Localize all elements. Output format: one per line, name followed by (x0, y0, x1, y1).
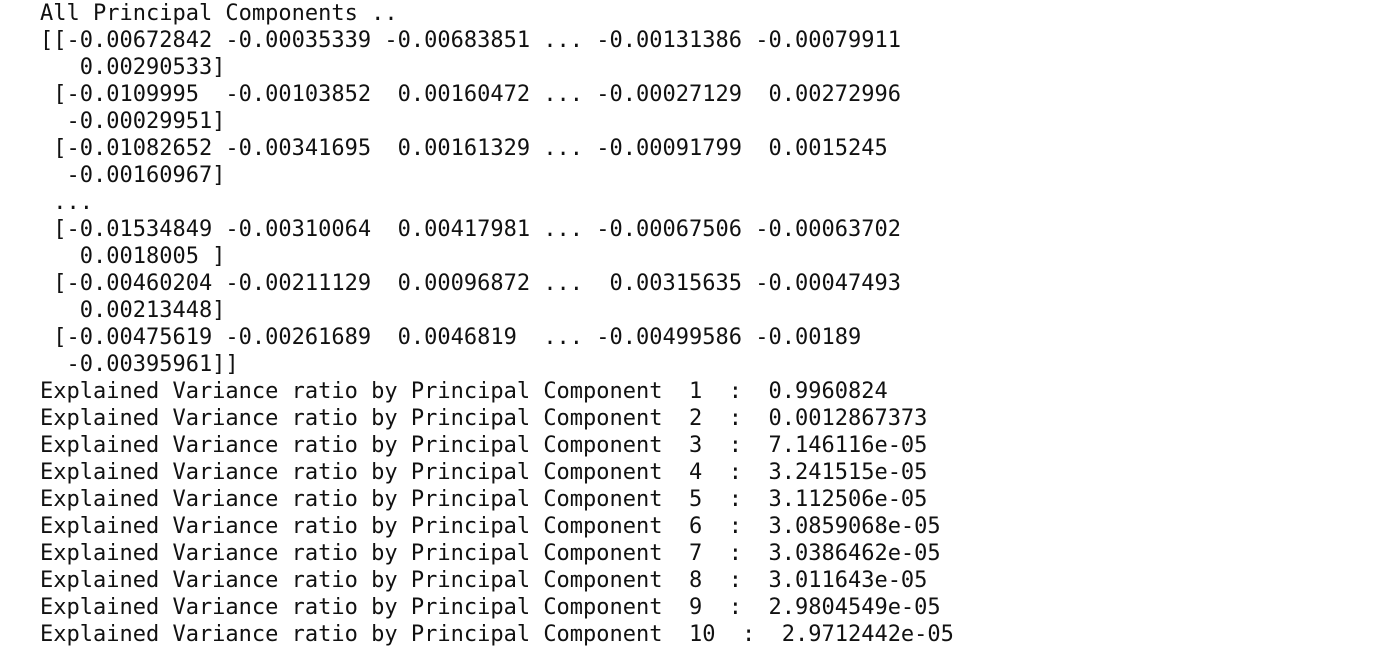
variance-ratio-line: Explained Variance ratio by Principal Co… (40, 406, 928, 431)
variance-ratio-line: Explained Variance ratio by Principal Co… (40, 487, 928, 512)
variance-ratio-line: Explained Variance ratio by Principal Co… (40, 568, 928, 593)
variance-ratio-line: Explained Variance ratio by Principal Co… (40, 460, 928, 485)
matrix-ellipsis-line: ... (40, 190, 93, 215)
variance-ratio-line: Explained Variance ratio by Principal Co… (40, 379, 888, 404)
variance-ratio-line: Explained Variance ratio by Principal Co… (40, 433, 928, 458)
matrix-row-line: 0.0018005 ] (40, 244, 226, 269)
matrix-row-line: [[-0.00672842 -0.00035339 -0.00683851 ..… (40, 28, 901, 53)
matrix-row-line: -0.00160967] (40, 163, 226, 188)
matrix-row-line: [-0.0109995 -0.00103852 0.00160472 ... -… (40, 82, 901, 107)
matrix-row-line: [-0.01534849 -0.00310064 0.00417981 ... … (40, 217, 901, 242)
matrix-row-line: -0.00395961]] (40, 352, 239, 377)
matrix-row-line: [-0.00475619 -0.00261689 0.0046819 ... -… (40, 325, 862, 350)
matrix-row-line: [-0.00460204 -0.00211129 0.00096872 ... … (40, 271, 901, 296)
header-line: All Principal Components .. (40, 1, 398, 26)
matrix-row-line: -0.00029951] (40, 109, 226, 134)
matrix-row-line: 0.00213448] (40, 298, 226, 323)
variance-ratio-line: Explained Variance ratio by Principal Co… (40, 595, 941, 620)
console-output: All Principal Components .. [[-0.00672842… (40, 0, 1380, 648)
matrix-row-line: [-0.01082652 -0.00341695 0.00161329 ... … (40, 136, 888, 161)
matrix-row-line: 0.00290533] (40, 55, 226, 80)
variance-ratio-line: Explained Variance ratio by Principal Co… (40, 541, 941, 566)
variance-ratio-line: Explained Variance ratio by Principal Co… (40, 622, 954, 647)
variance-ratio-line: Explained Variance ratio by Principal Co… (40, 514, 941, 539)
